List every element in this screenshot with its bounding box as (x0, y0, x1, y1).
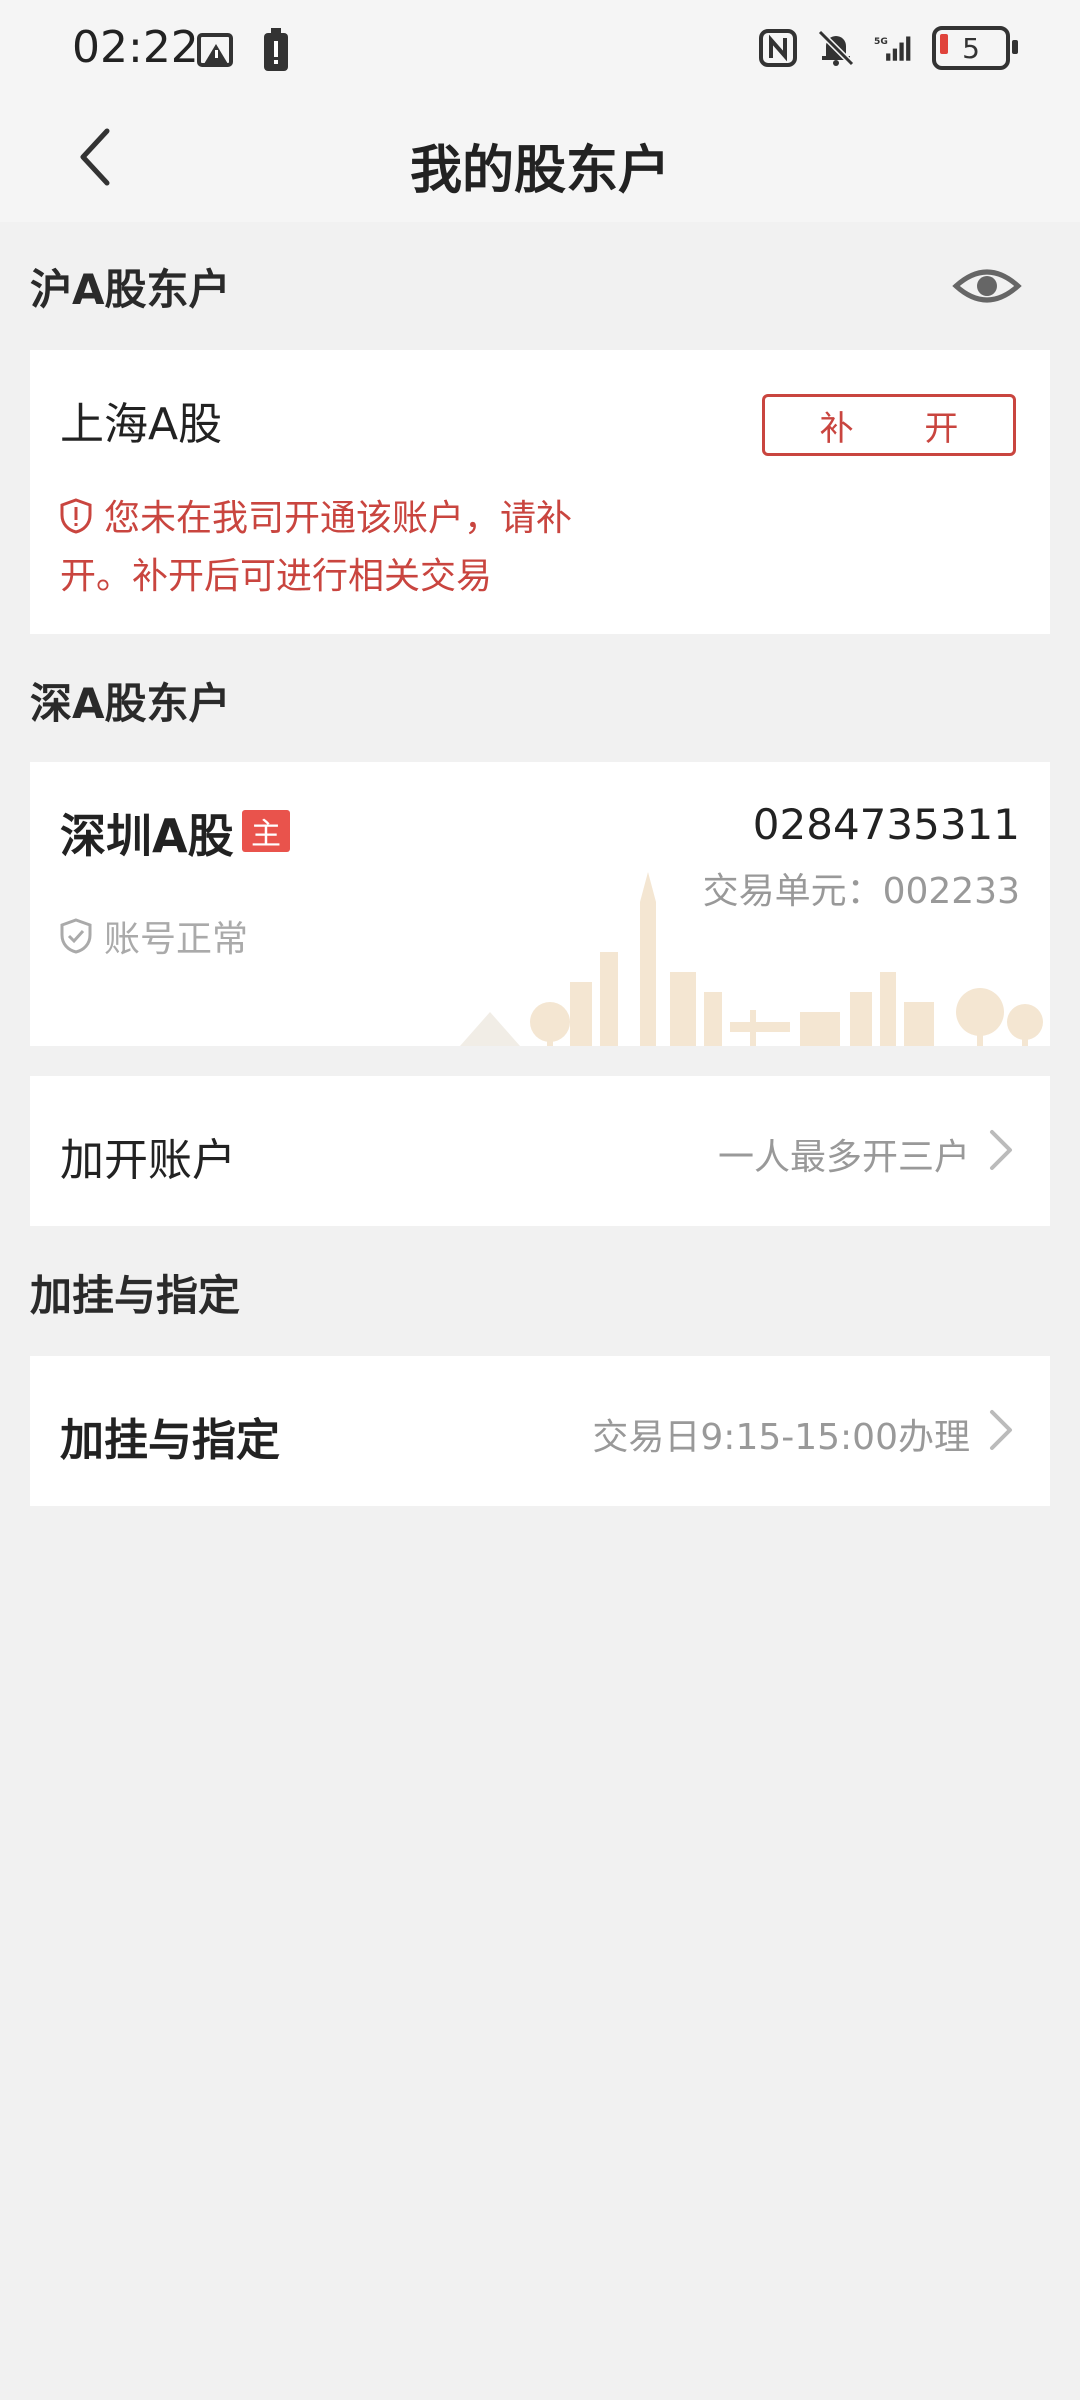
status-right-icons: 5G 5 (758, 26, 1018, 70)
status-left-icons (196, 28, 296, 72)
sz-trade-unit: 交易单元：002233 (702, 871, 1020, 912)
add-account-row[interactable]: 加开账户 一人最多开三户 (30, 1076, 1050, 1226)
battery-level: 5 (962, 31, 980, 65)
status-bar: 02:22 5G 5 (0, 0, 1080, 100)
main-account-badge: 主 (242, 810, 290, 852)
bell-muted-icon (816, 26, 856, 70)
section-title-sz: 深A股东户 (30, 679, 231, 728)
sh-account-card: 上海A股 补 开 您未在我司开通该账户，请补开。补开后可进行相关交易 (30, 350, 1050, 634)
eye-toggle-button[interactable] (952, 256, 1022, 316)
eye-icon (952, 269, 1022, 303)
image-warning-icon (196, 28, 236, 72)
shield-check-icon (60, 918, 92, 954)
account-status: 账号正常 (60, 910, 248, 962)
battery-alert-icon (256, 28, 296, 72)
section-title-designate: 加挂与指定 (30, 1271, 241, 1320)
chevron-right-icon (990, 1410, 1012, 1450)
signal-5g-icon: 5G (874, 26, 914, 70)
nfc-icon (758, 26, 798, 70)
sz-account-number: 0284735311 (752, 800, 1020, 849)
designate-label: 加挂与指定 (60, 1415, 280, 1466)
supplement-open-button[interactable]: 补 开 (762, 394, 1016, 456)
sh-warning: 您未在我司开通该账户，请补开。补开后可进行相关交易 (60, 492, 620, 604)
designate-row[interactable]: 加挂与指定 交易日9:15-15:00办理 (30, 1356, 1050, 1506)
section-title-sh: 沪A股东户 (30, 265, 231, 314)
battery-level-fill (940, 34, 948, 54)
battery-indicator: 5 (932, 26, 1018, 70)
account-status-text: 账号正常 (104, 919, 249, 960)
chevron-right-icon (990, 1130, 1012, 1170)
warning-shield-icon (60, 496, 92, 550)
designate-hint: 交易日9:15-15:00办理 (592, 1417, 970, 1458)
add-account-label: 加开账户 (60, 1135, 236, 1186)
sh-warning-text: 您未在我司开通该账户，请补开。补开后可进行相关交易 (60, 498, 573, 597)
sh-account-title: 上海A股 (60, 399, 223, 450)
status-time: 02:22 (72, 22, 199, 73)
sz-account-title: 深圳A股 (60, 809, 234, 863)
nav-bar: 我的股东户 (0, 100, 1080, 222)
sz-account-card: 深圳A股 主 0284735311 交易单元：002233 账号正常 (30, 762, 1050, 1046)
svg-text:5G: 5G (874, 37, 888, 47)
page-title: 我的股东户 (409, 141, 670, 201)
add-account-hint: 一人最多开三户 (717, 1137, 970, 1178)
